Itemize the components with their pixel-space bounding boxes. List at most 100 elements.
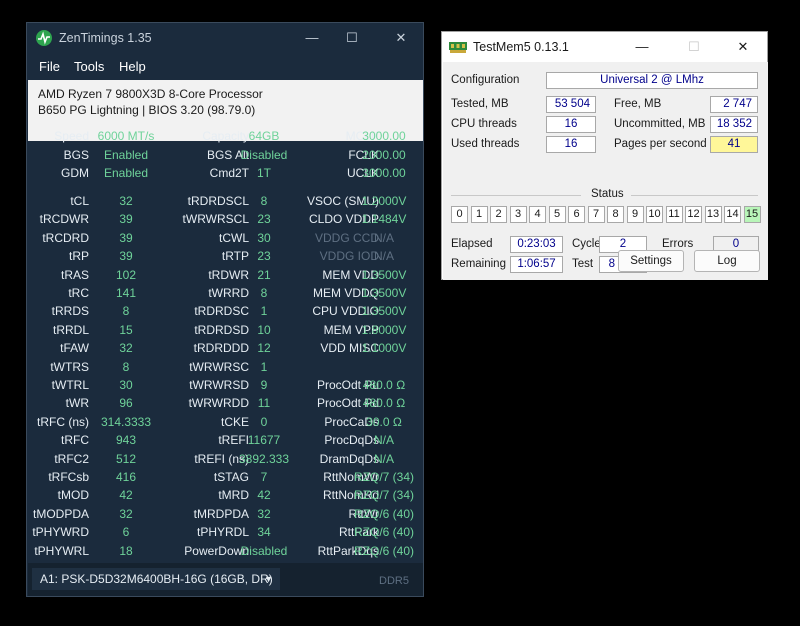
timing-row: tRCDRD 39 tCWL 30 VDDG CCD N/A [27, 229, 423, 247]
timing-value-a: 30 [119, 378, 133, 392]
minimize-button[interactable]: — [622, 35, 662, 59]
timing-row: tFAW 32 tRDRDDD 12 VDD MISC 1.1000V [27, 339, 423, 357]
timing-value-a: 39 [119, 230, 133, 245]
timing-label-a: Speed [54, 129, 89, 143]
timing-value-a: 6000 MT/s [97, 129, 155, 143]
memory-type: DDR5 [379, 575, 409, 587]
timing-row: tMOD 42 tMRD 42 RttNomRd RZQ/7 (34) [27, 486, 423, 504]
close-button[interactable]: ✕ [723, 35, 763, 59]
timing-value-a: 8 [122, 304, 130, 319]
timing-value-c: RZQ/6 (40) [353, 506, 414, 521]
timing-value-a: 32 [119, 194, 133, 208]
timing-label-a: tRRDS [51, 304, 89, 319]
status-cell: 14 [724, 206, 741, 223]
timing-value-a: 96 [119, 396, 133, 411]
maximize-button[interactable]: ☐ [332, 26, 372, 50]
status-cell: 6 [568, 206, 585, 223]
timing-value-a: 943 [115, 433, 137, 448]
timing-row: tWTRS 8 tWRWRSC 1 [27, 358, 423, 376]
elapsed-value: 0:23:03 [510, 236, 563, 253]
timing-label-a: tMOD [57, 488, 89, 503]
timing-value-a: Enabled [103, 166, 149, 180]
cpu-threads-value: 16 [546, 116, 596, 133]
timing-value-c: 1.3500V [361, 286, 407, 300]
status-cell: 3 [509, 206, 527, 223]
timing-row: tRFC2 512 tREFI (ns) 3892.333 DramDqDs N/A [27, 450, 423, 468]
menu-file[interactable]: File [39, 59, 60, 74]
tm-titlebar[interactable]: TestMem5 0.13.1 — ☐ ✕ [442, 32, 767, 62]
cycle-label: Cycle [572, 238, 601, 250]
timing-value-a: 42 [119, 488, 133, 503]
timing-label-a: tRCDRD [42, 230, 89, 245]
status-divider-left [451, 195, 581, 196]
settings-button[interactable]: Settings [618, 250, 684, 272]
minimize-button[interactable]: — [292, 26, 332, 50]
configuration-value: Universal 2 @ LMhz [546, 72, 758, 89]
timing-label-a: tRP [68, 249, 89, 264]
remaining-label: Remaining [451, 258, 506, 270]
timing-value-c: N/A [373, 451, 394, 466]
timing-value-c: 2000.00 [362, 147, 406, 162]
timing-row: tRFC (ns) 314.3333 tCKE 0 ProcCaDs 30.0 Ω [27, 413, 423, 431]
timing-label-a: tRFCsb [48, 470, 89, 484]
status-cell: 10 [646, 206, 663, 223]
timing-value-c: RZQ/7 (34) [353, 488, 414, 503]
status-cell: 2 [490, 206, 507, 223]
menu-tools[interactable]: Tools [74, 59, 104, 74]
timing-row: tRAS 102 tRDWR 21 MEM VDD 1.3500V [27, 266, 423, 284]
timing-row: tRRDS 8 tRDRDSC 1 CPU VDDIO 1.3500V [27, 302, 423, 320]
configuration-label: Configuration [451, 74, 520, 86]
timing-value-c: RZQ/7 (34) [353, 470, 414, 484]
tested-label: Tested, MB [451, 98, 509, 110]
timing-value-a: 18 [119, 543, 133, 558]
timing-value-a: Enabled [103, 147, 149, 162]
status-cell: 1 [470, 206, 488, 223]
status-cell: 11 [665, 206, 683, 223]
uncommitted-label: Uncommitted, MB [614, 118, 706, 130]
used-threads-label: Used threads [451, 138, 520, 150]
timing-row: tPHYWRL 18 PowerDown Disabled RttParkDqs RZQ/… [27, 542, 423, 560]
board-bios: B650 PG Lightning | BIOS 3.20 (98.79.0) [38, 103, 256, 117]
timing-row: tRRDL 15 tRDRDSD 10 MEM VPP 1.8000V [27, 321, 423, 339]
timing-value-a: 32 [119, 506, 133, 521]
timing-label-a: tRRDL [52, 322, 89, 337]
status-cell: 12 [685, 206, 702, 223]
timing-value-c: N/A [373, 230, 394, 245]
timing-row: tRP 39 tRTP 23 VDDG IOD N/A [27, 247, 423, 265]
timing-value-c: 3000.00 [362, 166, 406, 180]
timing-value-a: 32 [119, 341, 133, 356]
timing-value-a: 141 [115, 286, 137, 300]
elapsed-label: Elapsed [451, 238, 493, 250]
test-label: Test [572, 258, 594, 270]
module-select[interactable]: A1: PSK-D5D32M6400BH-16G (16GB, DR) ▼ [32, 568, 280, 590]
timing-value-c: 1.8000V [361, 322, 407, 337]
timing-value-a: 39 [119, 249, 133, 264]
zentimings-logo-icon [36, 30, 52, 46]
status-cell: 5 [548, 206, 566, 223]
zen-titlebar[interactable]: ZenTimings 1.35 — ☐ ✕ [27, 23, 423, 53]
timing-value-c: 3000.00 [362, 129, 406, 143]
timing-value-c: RZQ/6 (40) [353, 543, 414, 558]
zen-window-title: ZenTimings 1.35 [59, 31, 152, 45]
timing-value-c: 480.0 Ω [362, 378, 406, 392]
pages-per-second-value: 41 [710, 136, 758, 153]
close-button[interactable]: ✕ [381, 26, 421, 50]
chevron-down-icon: ▼ [264, 574, 273, 584]
timing-row: tCL 32 tRDRDSCL 8 VSOC (SMU) 1.2000V [27, 192, 423, 210]
timing-label-a: BGS [63, 147, 89, 162]
errors-label: Errors [662, 238, 694, 250]
timing-value-a: 314.3333 [100, 414, 152, 429]
timing-value-a: 15 [119, 322, 133, 337]
menu-help[interactable]: Help [119, 59, 146, 74]
status-cell: 4 [529, 206, 546, 223]
timing-value-c: 1.2000V [361, 194, 407, 208]
timing-value-a: 102 [115, 267, 137, 282]
timing-row: tRFCsb 416 tSTAG 7 RttNomWr RZQ/7 (34) [27, 468, 423, 486]
status-cell: 15 [743, 206, 761, 223]
log-button[interactable]: Log [694, 250, 760, 272]
timing-label-a: tWTRL [51, 378, 89, 392]
remaining-value: 1:06:57 [510, 256, 563, 273]
timing-value-a: 6 [122, 525, 130, 540]
timing-value-c: N/A [373, 249, 394, 264]
maximize-button: ☐ [688, 39, 700, 54]
